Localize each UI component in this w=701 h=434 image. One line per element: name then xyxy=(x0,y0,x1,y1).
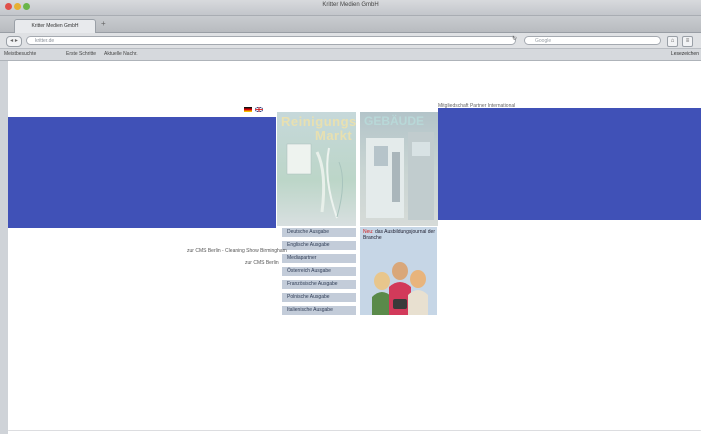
tab-strip: Kritter Medien GmbH + xyxy=(0,16,701,33)
reload-icon[interactable]: ↻ xyxy=(512,35,517,42)
tab-active[interactable]: Kritter Medien GmbH xyxy=(14,19,96,33)
edition-austria-button[interactable]: Österreich Ausgabe xyxy=(282,267,356,276)
bookmark-most-visited[interactable]: Meistbesuchte xyxy=(4,51,36,57)
bookmarks-menu[interactable]: Lesezeichen xyxy=(671,51,699,57)
uk-flag-icon[interactable] xyxy=(255,107,263,112)
cms-birmingham-link[interactable]: zur CMS Berlin - Cleaning Show Birmingha… xyxy=(187,248,287,254)
magazine-cover-art xyxy=(366,132,434,220)
cms-berlin-link[interactable]: zur CMS Berlin xyxy=(245,260,279,266)
edition-mediapartner-button[interactable]: Mediapartner xyxy=(282,254,356,263)
bookmarks-bar: Meistbesuchte Erste Schritte Aktuelle Na… xyxy=(0,49,701,61)
promo-photo-students xyxy=(372,262,428,315)
back-forward-buttons[interactable]: ◂ ▸ xyxy=(6,36,22,47)
home-icon[interactable]: ⌂ xyxy=(667,36,678,47)
promo-ausbildungsjournal[interactable]: Neu: das Ausbildungsjournal der Branche xyxy=(360,227,437,315)
bookmark-news[interactable]: Aktuelle Nachr. xyxy=(104,51,138,57)
browser-window: Kritter Medien GmbH Kritter Medien GmbH … xyxy=(0,0,701,434)
title-bar: Kritter Medien GmbH xyxy=(0,0,701,16)
edition-italian-button[interactable]: Italienische Ausgabe xyxy=(282,306,356,315)
german-flag-icon[interactable] xyxy=(244,107,252,112)
left-blue-band xyxy=(8,117,276,228)
edition-french-button[interactable]: Französische Ausgabe xyxy=(282,280,356,289)
edition-english-button[interactable]: Englische Ausgabe xyxy=(282,241,356,250)
edition-german-button[interactable]: Deutsche Ausgabe xyxy=(282,228,356,237)
page-bottom-edge xyxy=(8,430,701,431)
window-title: Kritter Medien GmbH xyxy=(322,2,379,8)
new-tab-button[interactable]: + xyxy=(101,19,106,28)
navigation-toolbar: ◂ ▸ kritter.de ↻ Google ⌂ ≡ xyxy=(0,33,701,49)
bookmark-getting-started[interactable]: Erste Schritte xyxy=(66,51,96,57)
edition-polish-button[interactable]: Polnische Ausgabe xyxy=(282,293,356,302)
magazine-cover-reinigungsmarkt[interactable]: Reinigungs Markt xyxy=(277,112,356,226)
menu-icon[interactable]: ≡ xyxy=(682,36,693,47)
magazine-cover-gebaeude[interactable]: GEBÄUDE xyxy=(360,112,438,226)
right-blue-band xyxy=(438,108,701,220)
magazine-cover-art xyxy=(286,143,343,219)
url-bar[interactable]: kritter.de xyxy=(26,36,516,45)
window-left-edge xyxy=(0,61,8,434)
search-input[interactable]: Google xyxy=(524,36,661,45)
